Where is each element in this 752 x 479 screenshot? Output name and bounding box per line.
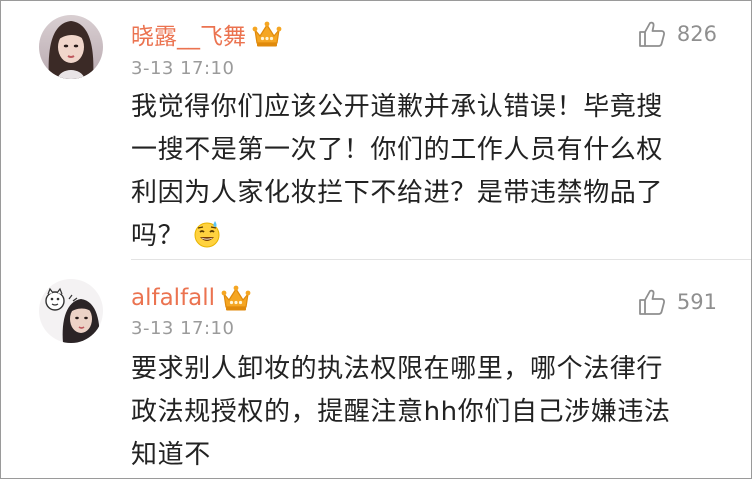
comment-timestamp: 3-13 17:10 (131, 318, 235, 339)
avatar-photo (39, 15, 103, 79)
thumbs-up-icon (637, 287, 667, 317)
username-link[interactable]: alfalfall (131, 285, 215, 311)
comment-text-line: 要求别人卸妆的执法权限在哪里，哪个法律行 (131, 354, 664, 384)
crown-icon (252, 20, 282, 48)
thumbs-up-icon (637, 19, 667, 49)
comment-text-line: 吗？ (131, 221, 185, 251)
username-row: alfalfall (131, 281, 251, 315)
username-link[interactable]: 晓露__飞舞 (131, 17, 246, 51)
comment-text-line: 政法规授权的，提醒注意hh你们自己涉嫌违法 (131, 397, 671, 427)
comment-text-line-last: 吗？ (131, 215, 721, 258)
comment-text-line: 知道不 (131, 440, 211, 470)
comment-item: alfalfall 3-13 17:10 591 要求别人卸妆的执法权限在哪里，… (1, 259, 751, 478)
comment-timestamp: 3-13 17:10 (131, 58, 235, 79)
comment-text-line: 利因为人家化妆拦下不给进？是带违禁物品了 (131, 178, 664, 208)
crown-icon (221, 284, 251, 312)
avatar-photo (39, 279, 103, 343)
like-button[interactable]: 826 (637, 19, 717, 49)
comment-text-line: 我觉得你们应该公开道歉并承认错误！毕竟搜 (131, 92, 664, 122)
avatar[interactable] (39, 279, 103, 343)
like-count: 591 (676, 290, 717, 314)
comment-text: 要求别人卸妆的执法权限在哪里，哪个法律行 政法规授权的，提醒注意hh你们自己涉嫌… (131, 348, 721, 477)
like-button[interactable]: 591 (637, 287, 717, 317)
comment-text-line: 一搜不是第一次了！你们的工作人员有什么权 (131, 135, 664, 165)
comment-item: 晓露__飞舞 3-13 17:10 826 我觉得你们应该公开道歉并承认错误！毕… (1, 1, 751, 259)
avatar[interactable] (39, 15, 103, 79)
sweat-smile-emoji-icon (192, 219, 222, 249)
comment-list: 晓露__飞舞 3-13 17:10 826 我觉得你们应该公开道歉并承认错误！毕… (0, 0, 752, 479)
comment-text: 我觉得你们应该公开道歉并承认错误！毕竟搜 一搜不是第一次了！你们的工作人员有什么… (131, 86, 721, 258)
like-count: 826 (676, 22, 717, 46)
username-row: 晓露__飞舞 (131, 17, 282, 51)
